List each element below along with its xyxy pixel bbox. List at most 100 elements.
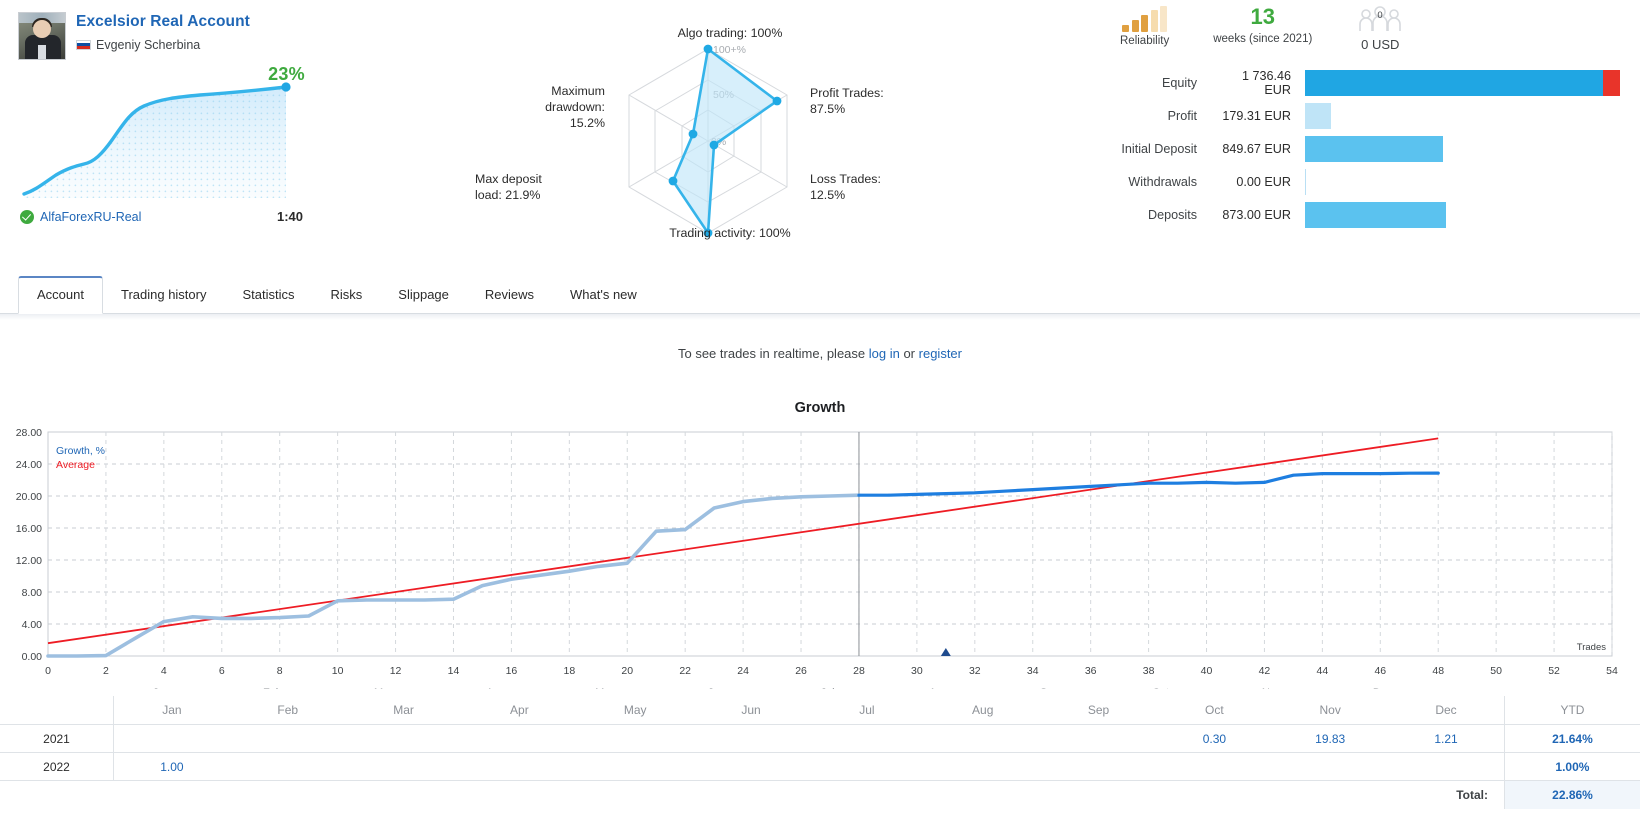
cell-2022-dec (1388, 753, 1504, 781)
stat-value-deposits: 873.00 EUR (1222, 207, 1291, 222)
cell-2022-aug (925, 753, 1041, 781)
account-card: Excelsior Real Account Evgeniy Scherbina… (18, 12, 318, 224)
account-owner-row: Evgeniy Scherbina (76, 38, 250, 52)
tabs-shadow (0, 314, 1640, 320)
register-link[interactable]: register (919, 346, 962, 361)
month-header-dec: Dec (1435, 703, 1457, 717)
account-avatar (18, 12, 66, 60)
leverage-value: 1:40 (276, 209, 303, 224)
monthly-table-header: Jan Feb Mar Apr May Jun Jul Aug Sep Oct … (0, 696, 1640, 724)
tab-account[interactable]: Account (18, 276, 103, 314)
svg-text:Aug: Aug (929, 687, 949, 689)
svg-text:30: 30 (911, 665, 923, 677)
month-header-ytd: YTD (1503, 696, 1640, 724)
svg-text:24: 24 (737, 665, 749, 677)
cell-2021-jan (114, 725, 230, 753)
radar-label-profit-trades-line2: 87.5% (810, 101, 846, 116)
mini-growth-sparkline (22, 82, 291, 198)
monthly-table-body: 2021 0.30 19.83 1.21 21.64% 2022 1.00 1.… (0, 724, 1640, 809)
stat-row-deposits: Deposits 873.00 EUR (1095, 198, 1625, 231)
table-row: 2022 1.00 1.00% (0, 752, 1640, 781)
radar-label-profit-trades-line1: Profit Trades: (810, 86, 884, 100)
cell-2022-jun (693, 753, 809, 781)
svg-text:Average: Average (56, 459, 95, 471)
cell-2021-jul (809, 725, 925, 753)
subscribers-badge: 0 0 USD (1356, 6, 1404, 52)
svg-text:54: 54 (1606, 665, 1618, 677)
svg-text:0: 0 (45, 665, 51, 677)
svg-text:May: May (595, 687, 616, 689)
tab-whats-new[interactable]: What's new (552, 278, 655, 313)
subscribers-count: 0 (1378, 10, 1383, 21)
cell-2022-feb (230, 753, 346, 781)
month-header-jul: Jul (859, 703, 875, 717)
mini-growth-chart: 23% (20, 64, 305, 203)
tab-trading-history[interactable]: Trading history (103, 278, 225, 313)
stat-bar-withdrawals (1305, 168, 1625, 195)
svg-text:Jul: Jul (821, 687, 835, 689)
stat-value-profit: 179.31 EUR (1222, 108, 1291, 123)
svg-text:52: 52 (1548, 665, 1560, 677)
svg-text:28.00: 28.00 (16, 427, 42, 439)
svg-text:40: 40 (1201, 665, 1213, 677)
svg-text:10: 10 (332, 665, 344, 677)
svg-text:28: 28 (853, 665, 865, 677)
tab-statistics[interactable]: Statistics (224, 278, 312, 313)
cell-2021-aug (925, 725, 1041, 753)
radar-label-loss-trades-line2: 12.5% (810, 187, 846, 202)
radar-label-algo-trading: Algo trading: 100% (677, 26, 783, 40)
svg-text:38: 38 (1143, 665, 1155, 677)
weeks-number: 13 (1250, 4, 1275, 29)
cell-2021-apr (461, 725, 577, 753)
svg-text:Nov: Nov (1262, 687, 1282, 689)
month-header-mar: Mar (393, 703, 414, 717)
stat-bar-profit (1305, 102, 1625, 129)
svg-text:26: 26 (795, 665, 807, 677)
svg-text:Jan: Jan (153, 687, 171, 689)
svg-text:0.00: 0.00 (22, 651, 43, 663)
cell-2021-jun (693, 725, 809, 753)
radar-label-trading-activity: Trading activity: 100% (669, 226, 791, 240)
row-year-2022: 2022 (43, 759, 70, 774)
svg-text:Oct: Oct (1152, 687, 1169, 689)
svg-text:24.00: 24.00 (16, 459, 42, 471)
login-link[interactable]: log in (869, 346, 900, 361)
stat-row-initial-deposit: Initial Deposit 849.67 EUR (1095, 132, 1625, 165)
cell-2021-may (577, 725, 693, 753)
svg-text:16: 16 (506, 665, 518, 677)
svg-text:Trades: Trades (1577, 642, 1606, 653)
cell-2022-apr (461, 753, 577, 781)
svg-text:12: 12 (390, 665, 402, 677)
account-name-link[interactable]: Excelsior Real Account (76, 13, 250, 32)
svg-text:Mar: Mar (374, 687, 393, 689)
svg-text:Apr: Apr (486, 687, 503, 689)
stat-row-profit: Profit 179.31 EUR (1095, 99, 1625, 132)
svg-text:2: 2 (103, 665, 109, 677)
svg-text:100+%: 100+% (713, 44, 746, 56)
broker-name-link[interactable]: AlfaForexRU-Real (40, 210, 141, 224)
account-stats: Reliability 13 weeks (since 2021) 0 0 US… (1095, 6, 1625, 231)
month-header-feb: Feb (277, 703, 299, 717)
month-header-jun: Jun (741, 703, 761, 717)
svg-text:32: 32 (969, 665, 981, 677)
stat-value-withdrawals: 0.00 EUR (1236, 174, 1291, 189)
radar-label-max-drawdown-line2: drawdown: (545, 99, 605, 114)
tab-slippage[interactable]: Slippage (380, 278, 467, 313)
cell-2022-may (577, 753, 693, 781)
svg-text:4.00: 4.00 (22, 619, 43, 631)
svg-text:Feb: Feb (263, 687, 282, 689)
stat-bar-deposits (1305, 201, 1625, 228)
growth-chart-svg: 0.004.008.0012.0016.0020.0024.0028.000 2 4… (16, 427, 1618, 699)
tab-risks[interactable]: Risks (313, 278, 381, 313)
svg-text:50: 50 (1490, 665, 1502, 677)
month-header-apr: Apr (510, 703, 529, 717)
weeks-badge: 13 weeks (since 2021) (1213, 4, 1312, 46)
tabs: Account Trading history Statistics Risks… (0, 268, 1640, 314)
row-year-2021: 2021 (43, 731, 70, 746)
broker-row: AlfaForexRU-Real (20, 209, 141, 224)
svg-text:14: 14 (448, 665, 460, 677)
svg-text:36: 36 (1085, 665, 1097, 677)
reliability-caption: Reliability (1120, 35, 1170, 47)
tab-reviews[interactable]: Reviews (467, 278, 552, 313)
reliability-bars-icon (1120, 6, 1169, 32)
